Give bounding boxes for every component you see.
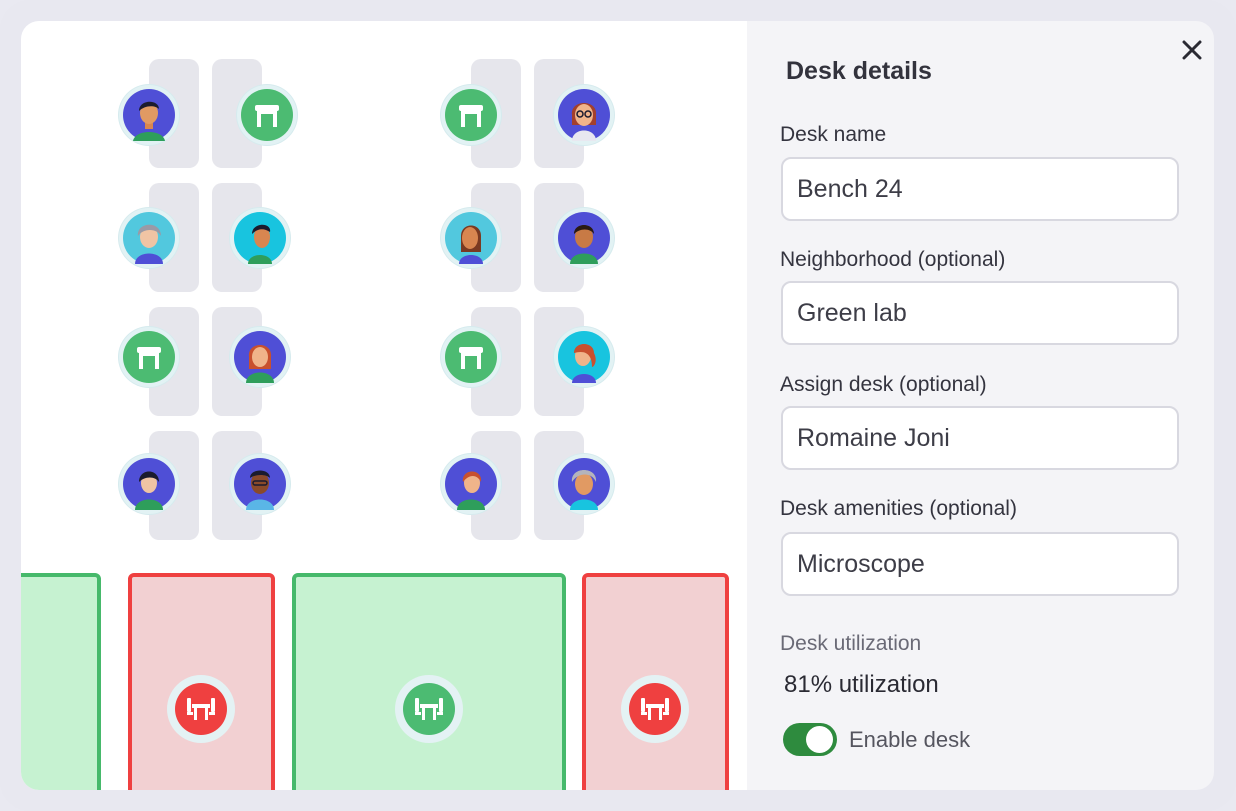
person-avatar-icon	[234, 212, 286, 264]
desk-available-icon	[445, 89, 497, 141]
seat-occupied[interactable]	[554, 208, 614, 268]
enable-desk-label: Enable desk	[849, 727, 971, 752]
meeting-room-available[interactable]	[292, 573, 566, 790]
room-status-badge	[395, 675, 463, 743]
meeting-room-occupied[interactable]	[582, 573, 729, 790]
toggle-knob	[806, 726, 833, 753]
desk-amenities-input[interactable]	[781, 532, 1179, 596]
meeting-room-icon	[415, 698, 443, 720]
utilization-value: 81% utilization	[784, 671, 939, 698]
neighborhood-input[interactable]	[781, 281, 1179, 345]
person-avatar-icon	[234, 331, 286, 383]
desk-details-panel: Desk details Desk name Neighborhood (opt…	[747, 21, 1214, 790]
seat-occupied[interactable]	[230, 208, 290, 268]
seat-available[interactable]	[119, 327, 179, 387]
person-avatar-icon	[558, 458, 610, 510]
meeting-room-icon	[641, 698, 669, 720]
meeting-room-available[interactable]	[21, 573, 101, 790]
assign-desk-input[interactable]	[781, 406, 1179, 470]
panel-title: Desk details	[786, 57, 932, 85]
person-avatar-icon	[123, 212, 175, 264]
neighborhood-label: Neighborhood (optional)	[780, 248, 1006, 271]
person-avatar-icon	[123, 458, 175, 510]
desk-amenities-label: Desk amenities (optional)	[780, 497, 1017, 520]
seat-occupied[interactable]	[554, 85, 614, 145]
seat-occupied[interactable]	[119, 208, 179, 268]
person-avatar-icon	[123, 89, 175, 141]
seat-occupied[interactable]	[230, 327, 290, 387]
room-status-badge	[621, 675, 689, 743]
person-avatar-icon	[558, 212, 610, 264]
desk-name-label: Desk name	[780, 123, 887, 146]
person-avatar-icon	[558, 331, 610, 383]
meeting-room-occupied[interactable]	[128, 573, 275, 790]
meeting-room-icon	[187, 698, 215, 720]
seat-occupied[interactable]	[441, 208, 501, 268]
person-avatar-icon	[558, 89, 610, 141]
seat-occupied[interactable]	[119, 454, 179, 514]
seat-occupied[interactable]	[441, 454, 501, 514]
app-frame: Desk details Desk name Neighborhood (opt…	[0, 0, 1236, 811]
floor-map[interactable]	[21, 21, 747, 790]
utilization-label: Desk utilization	[780, 632, 922, 655]
seat-occupied[interactable]	[119, 85, 179, 145]
room-status-badge	[167, 675, 235, 743]
seat-available[interactable]	[441, 327, 501, 387]
assign-desk-label: Assign desk (optional)	[780, 373, 987, 396]
seat-occupied[interactable]	[554, 327, 614, 387]
person-avatar-icon	[445, 458, 497, 510]
enable-desk-toggle[interactable]	[783, 723, 837, 756]
person-avatar-icon	[445, 212, 497, 264]
seat-occupied[interactable]	[230, 454, 290, 514]
close-icon	[1182, 40, 1202, 60]
desk-available-icon	[123, 331, 175, 383]
desk-available-icon	[445, 331, 497, 383]
seat-available[interactable]	[237, 85, 297, 145]
seat-available[interactable]	[441, 85, 501, 145]
desk-name-input[interactable]	[781, 157, 1179, 221]
close-button[interactable]	[1177, 35, 1207, 65]
person-avatar-icon	[234, 458, 286, 510]
seat-occupied[interactable]	[554, 454, 614, 514]
desk-available-icon	[241, 89, 293, 141]
